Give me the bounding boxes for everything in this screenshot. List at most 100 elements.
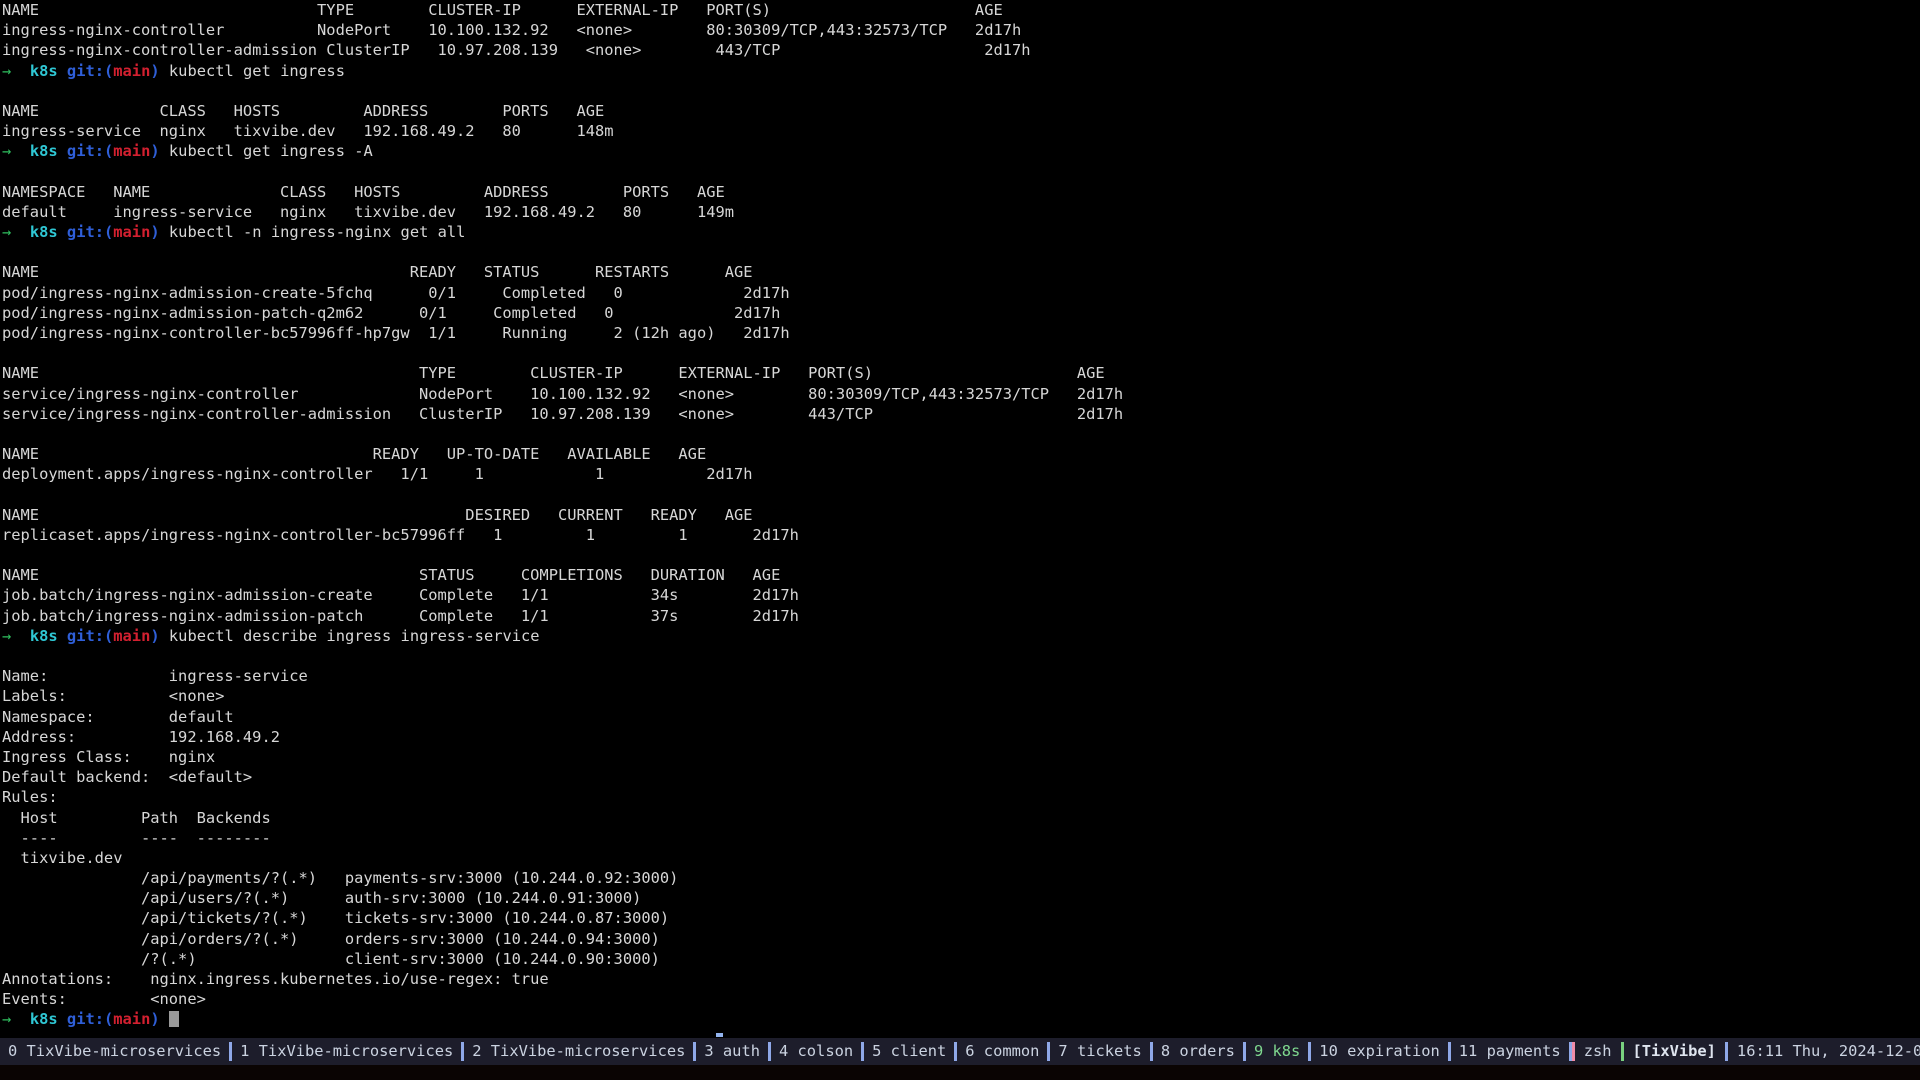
prompt-arrow-icon: → bbox=[2, 1010, 12, 1029]
prompt-arrow-icon: → bbox=[2, 223, 12, 242]
status-clock: 16:11 Thu, 2024-12-05 bbox=[1736, 1042, 1920, 1060]
output-line: Address: 192.168.49.2 bbox=[2, 727, 280, 746]
output-line: NAME DESIRED CURRENT READY AGE bbox=[2, 505, 753, 524]
output-line: NAMESPACE NAME CLASS HOSTS ADDRESS PORTS… bbox=[2, 182, 725, 201]
prompt-git-branch: main bbox=[113, 61, 151, 80]
terminal-scrollback[interactable]: NAME TYPE CLUSTER-IP EXTERNAL-IP PORT(S)… bbox=[0, 0, 1920, 1032]
output-line: /api/payments/?(.*) payments-srv:3000 (1… bbox=[2, 869, 679, 888]
status-session-name: [TixVibe] bbox=[1632, 1042, 1716, 1060]
tmux-status-bar[interactable]: 0 TixVibe-microservices 1 TixVibe-microse… bbox=[0, 1038, 1920, 1065]
tmux-window-1[interactable]: 1 TixVibe-microservices bbox=[232, 1038, 461, 1065]
output-line: replicaset.apps/ingress-nginx-controller… bbox=[2, 525, 799, 544]
prompt-git-open: git:( bbox=[66, 61, 114, 80]
active-command-line[interactable]: → k8s git:(main) bbox=[0, 1009, 1920, 1029]
output-line: /api/tickets/?(.*) tickets-srv:3000 (10.… bbox=[2, 909, 670, 928]
output-line: ingress-nginx-controller NodePort 10.100… bbox=[2, 21, 1022, 40]
output-line: NAME TYPE CLUSTER-IP EXTERNAL-IP PORT(S)… bbox=[2, 1, 1003, 19]
output-line: Events: <none> bbox=[2, 990, 206, 1009]
prompt-git-close: ) bbox=[150, 1010, 160, 1029]
output-line: ---- ---- -------- bbox=[2, 828, 271, 847]
prompt-git-open: git:( bbox=[66, 223, 114, 242]
prompt-arrow-icon: → bbox=[2, 61, 12, 80]
command-text: kubectl get ingress bbox=[168, 61, 345, 80]
output-line: Annotations: nginx.ingress.kubernetes.io… bbox=[2, 970, 549, 988]
tmux-window-4[interactable]: 4 colson bbox=[771, 1038, 861, 1065]
output-line: Ingress Class: nginx bbox=[2, 747, 216, 766]
command-line: → k8s git:(main) kubectl get ingress -A bbox=[0, 141, 1920, 161]
output-line: pod/ingress-nginx-admission-create-5fchq… bbox=[2, 283, 790, 302]
prompt-git-open: git:( bbox=[66, 1010, 114, 1029]
prompt-git-close: ) bbox=[150, 223, 160, 242]
output-line: default ingress-service nginx tixvibe.de… bbox=[2, 202, 735, 221]
prompt-git-close: ) bbox=[150, 626, 160, 645]
command-text: kubectl get ingress -A bbox=[168, 142, 373, 161]
output-line: Labels: <none> bbox=[2, 687, 225, 706]
tmux-window-7[interactable]: 7 tickets bbox=[1050, 1038, 1149, 1065]
output-line: pod/ingress-nginx-admission-patch-q2m62 … bbox=[2, 303, 781, 322]
output-line: /api/orders/?(.*) orders-srv:3000 (10.24… bbox=[2, 929, 660, 948]
prompt-arrow-icon: → bbox=[2, 626, 12, 645]
command-text: kubectl -n ingress-nginx get all bbox=[168, 223, 466, 242]
command-text: kubectl describe ingress ingress-service bbox=[168, 626, 540, 645]
output-line: /api/users/?(.*) auth-srv:3000 (10.244.0… bbox=[2, 889, 642, 908]
status-shell-name: zsh bbox=[1583, 1042, 1612, 1060]
tmux-window-0[interactable]: 0 TixVibe-microservices bbox=[0, 1038, 229, 1065]
prompt-directory: k8s bbox=[29, 223, 58, 242]
tmux-window-11[interactable]: 11 payments bbox=[1451, 1038, 1569, 1065]
tmux-window-6[interactable]: 6 common bbox=[957, 1038, 1047, 1065]
prompt-git-close: ) bbox=[150, 61, 160, 80]
prompt-directory: k8s bbox=[29, 142, 58, 161]
prompt-arrow-icon: → bbox=[2, 142, 12, 161]
tmux-window-3[interactable]: 3 auth bbox=[696, 1038, 768, 1065]
output-line: NAME READY STATUS RESTARTS AGE bbox=[2, 263, 753, 282]
output-line: pod/ingress-nginx-controller-bc57996ff-h… bbox=[2, 324, 790, 342]
tmux-window-8[interactable]: 8 orders bbox=[1153, 1038, 1243, 1065]
prompt-git-branch: main bbox=[113, 223, 151, 242]
output-line: ingress-nginx-controller-admission Clust… bbox=[2, 41, 1031, 60]
prompt-git-branch: main bbox=[113, 626, 151, 645]
command-line: → k8s git:(main) kubectl -n ingress-ngin… bbox=[0, 222, 1920, 242]
output-line: Default backend: <default> bbox=[2, 768, 253, 787]
output-line: Rules: bbox=[2, 788, 58, 807]
output-line: Name: ingress-service bbox=[2, 667, 308, 686]
output-line: ingress-service nginx tixvibe.dev 192.16… bbox=[2, 122, 614, 141]
prompt-directory: k8s bbox=[29, 61, 58, 80]
output-line: NAME STATUS COMPLETIONS DURATION AGE bbox=[2, 566, 781, 585]
output-line: job.batch/ingress-nginx-admission-patch … bbox=[2, 606, 799, 625]
prompt-directory: k8s bbox=[29, 1010, 58, 1029]
prompt-directory: k8s bbox=[29, 626, 58, 645]
prompt-git-open: git:( bbox=[66, 626, 114, 645]
command-line: → k8s git:(main) kubectl describe ingres… bbox=[0, 626, 1920, 646]
output-line: NAME READY UP-TO-DATE AVAILABLE AGE bbox=[2, 445, 707, 464]
terminal-bottom-margin bbox=[0, 1065, 1920, 1080]
tmux-window-10[interactable]: 10 expiration bbox=[1311, 1038, 1447, 1065]
prompt-git-close: ) bbox=[150, 142, 160, 161]
tmux-window-9[interactable]: 9 k8s bbox=[1246, 1038, 1308, 1065]
output-line: tixvibe.dev bbox=[2, 848, 123, 867]
output-line: service/ingress-nginx-controller NodePor… bbox=[2, 384, 1124, 403]
output-line: Namespace: default bbox=[2, 707, 234, 726]
scroll-position-indicator bbox=[716, 1033, 723, 1037]
output-line: job.batch/ingress-nginx-admission-create… bbox=[2, 586, 799, 605]
command-line: → k8s git:(main) kubectl get ingress bbox=[0, 61, 1920, 81]
output-line: NAME CLASS HOSTS ADDRESS PORTS AGE bbox=[2, 101, 605, 120]
output-line: service/ingress-nginx-controller-admissi… bbox=[2, 404, 1124, 423]
prompt-git-branch: main bbox=[113, 142, 151, 161]
output-line: NAME TYPE CLUSTER-IP EXTERNAL-IP PORT(S)… bbox=[2, 364, 1105, 383]
output-line: deployment.apps/ingress-nginx-controller… bbox=[2, 465, 753, 484]
output-line: /?(.*) client-srv:3000 (10.244.0.90:3000… bbox=[2, 949, 660, 968]
tmux-window-2[interactable]: 2 TixVibe-microservices bbox=[464, 1038, 693, 1065]
output-line: Host Path Backends bbox=[2, 808, 271, 827]
tmux-window-5[interactable]: 5 client bbox=[864, 1038, 954, 1065]
prompt-git-open: git:( bbox=[66, 142, 114, 161]
text-cursor bbox=[168, 1011, 179, 1028]
prompt-git-branch: main bbox=[113, 1010, 151, 1029]
